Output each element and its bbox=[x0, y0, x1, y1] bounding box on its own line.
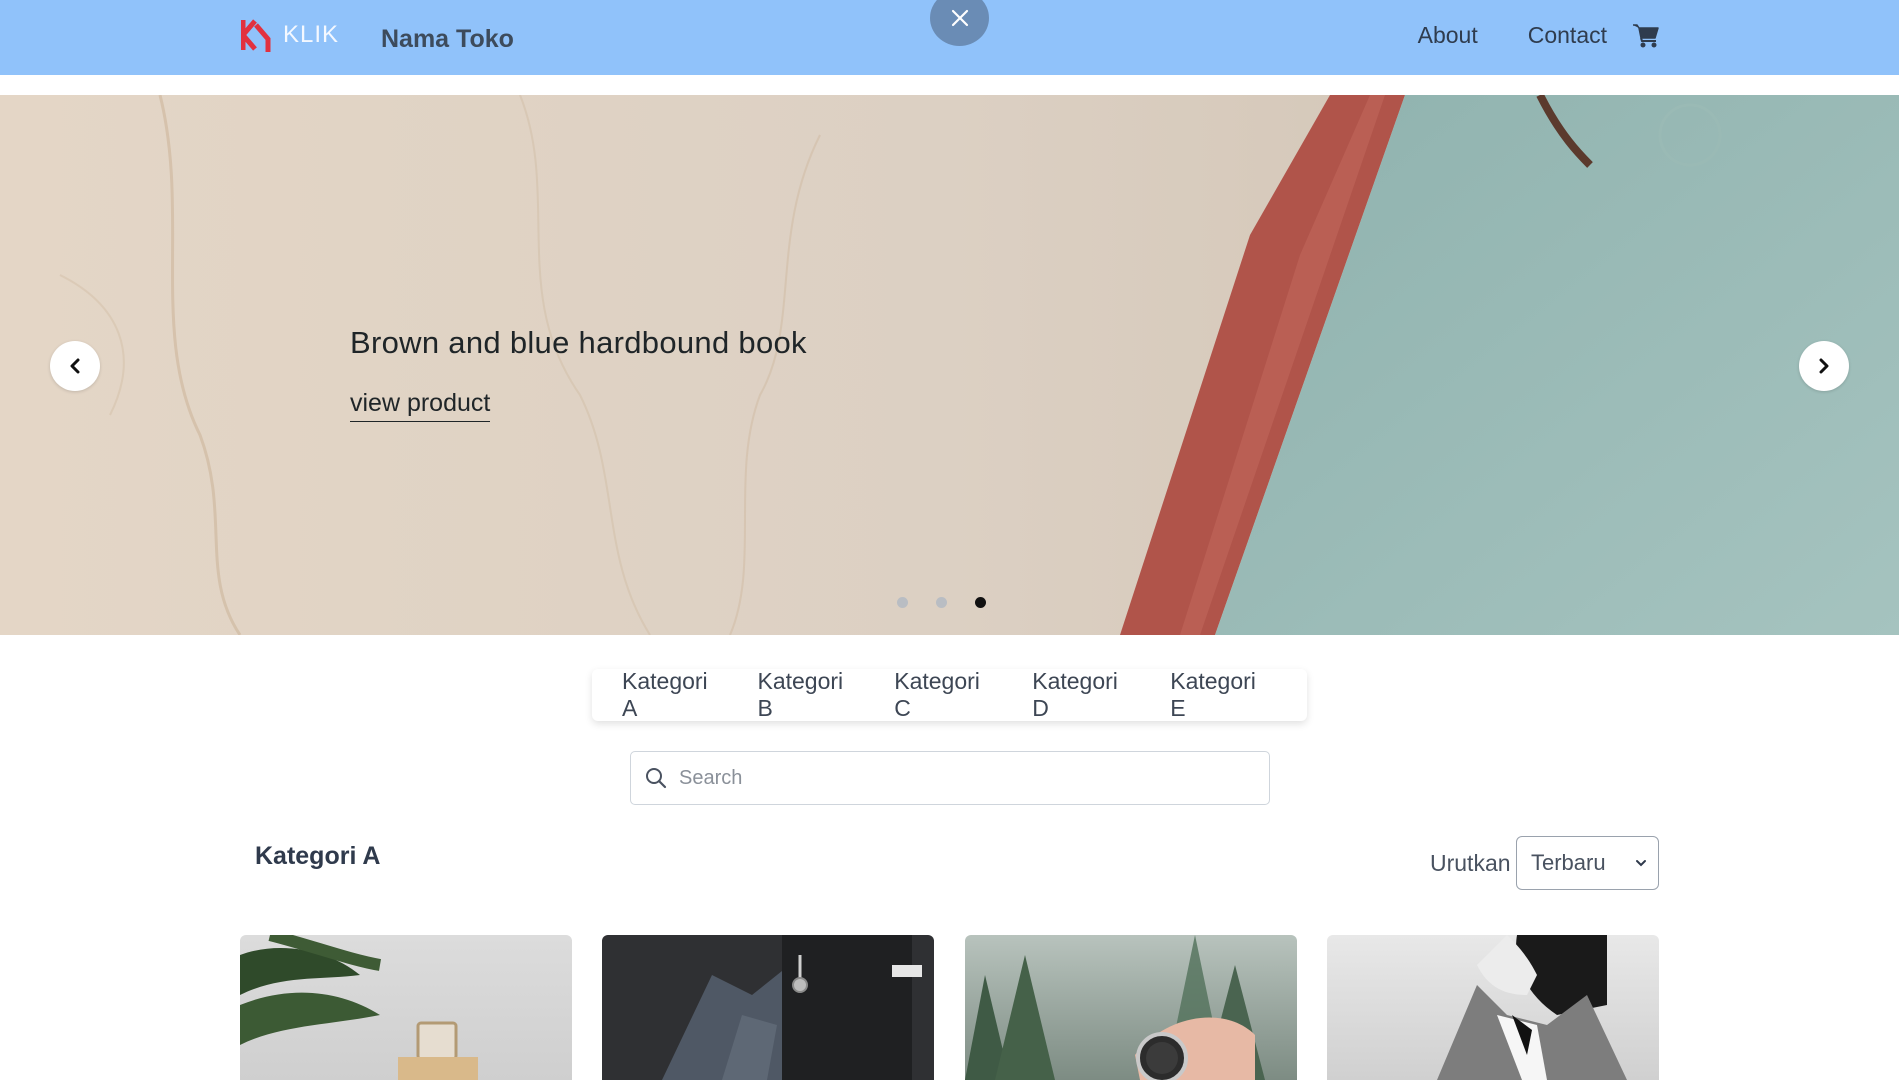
category-tabs: Kategori A Kategori B Kategori C Kategor… bbox=[592, 668, 1307, 722]
search-box bbox=[630, 751, 1270, 805]
sort-label: Urutkan bbox=[1430, 850, 1511, 876]
product-image-perfume bbox=[240, 935, 478, 1080]
hero-image bbox=[0, 95, 1899, 635]
tab-kategori-d[interactable]: Kategori D bbox=[1032, 668, 1140, 722]
hero-title: Brown and blue hardbound book bbox=[350, 325, 807, 360]
view-product-link[interactable]: view product bbox=[350, 389, 491, 422]
sort-select[interactable]: Terbaru bbox=[1516, 836, 1659, 890]
search-icon bbox=[646, 768, 667, 789]
chevron-right-icon bbox=[1819, 358, 1829, 374]
main-nav: About Contact bbox=[1368, 22, 1660, 49]
product-card-3[interactable] bbox=[965, 935, 1297, 1080]
chevron-left-icon bbox=[70, 358, 80, 374]
close-icon bbox=[951, 9, 968, 27]
top-navbar: KLIK Nama Toko About Contact bbox=[0, 0, 1899, 75]
carousel-next-button[interactable] bbox=[1799, 341, 1849, 391]
chevron-down-icon bbox=[1636, 860, 1646, 867]
product-image-watch bbox=[965, 935, 1265, 1080]
carousel-indicator-1[interactable] bbox=[897, 597, 908, 608]
hero-carousel: Brown and blue hardbound book view produ… bbox=[0, 95, 1899, 635]
cart-button[interactable] bbox=[1632, 23, 1660, 49]
nav-contact-link[interactable]: Contact bbox=[1528, 22, 1607, 49]
tab-kategori-b[interactable]: Kategori B bbox=[757, 668, 864, 722]
carousel-prev-button[interactable] bbox=[50, 341, 100, 391]
tab-kategori-a[interactable]: Kategori A bbox=[622, 668, 727, 722]
carousel-indicator-2[interactable] bbox=[936, 597, 947, 608]
sort-selected-value: Terbaru bbox=[1531, 850, 1606, 875]
cart-icon bbox=[1633, 23, 1659, 47]
klik-logo-mark: KLIK bbox=[241, 19, 339, 52]
product-image-pants bbox=[662, 935, 922, 1080]
product-image-blazer bbox=[1437, 935, 1627, 1080]
carousel-indicators bbox=[897, 597, 1014, 608]
logo-text: KLIK bbox=[283, 21, 339, 48]
nav-about-link[interactable]: About bbox=[1418, 22, 1478, 49]
product-card-4[interactable] bbox=[1327, 935, 1659, 1080]
tab-kategori-e[interactable]: Kategori E bbox=[1170, 668, 1277, 722]
carousel-indicator-3[interactable] bbox=[975, 597, 986, 608]
klik-logo[interactable]: KLIK bbox=[241, 17, 363, 57]
close-button[interactable] bbox=[930, 0, 989, 46]
brand[interactable]: KLIK Nama Toko bbox=[241, 17, 514, 57]
tab-kategori-c[interactable]: Kategori C bbox=[894, 668, 1002, 722]
section-title: Kategori A bbox=[255, 842, 381, 870]
product-card-2[interactable] bbox=[602, 935, 934, 1080]
search-input[interactable] bbox=[679, 766, 1239, 790]
store-name[interactable]: Nama Toko bbox=[381, 25, 514, 54]
product-card-1[interactable] bbox=[240, 935, 572, 1080]
